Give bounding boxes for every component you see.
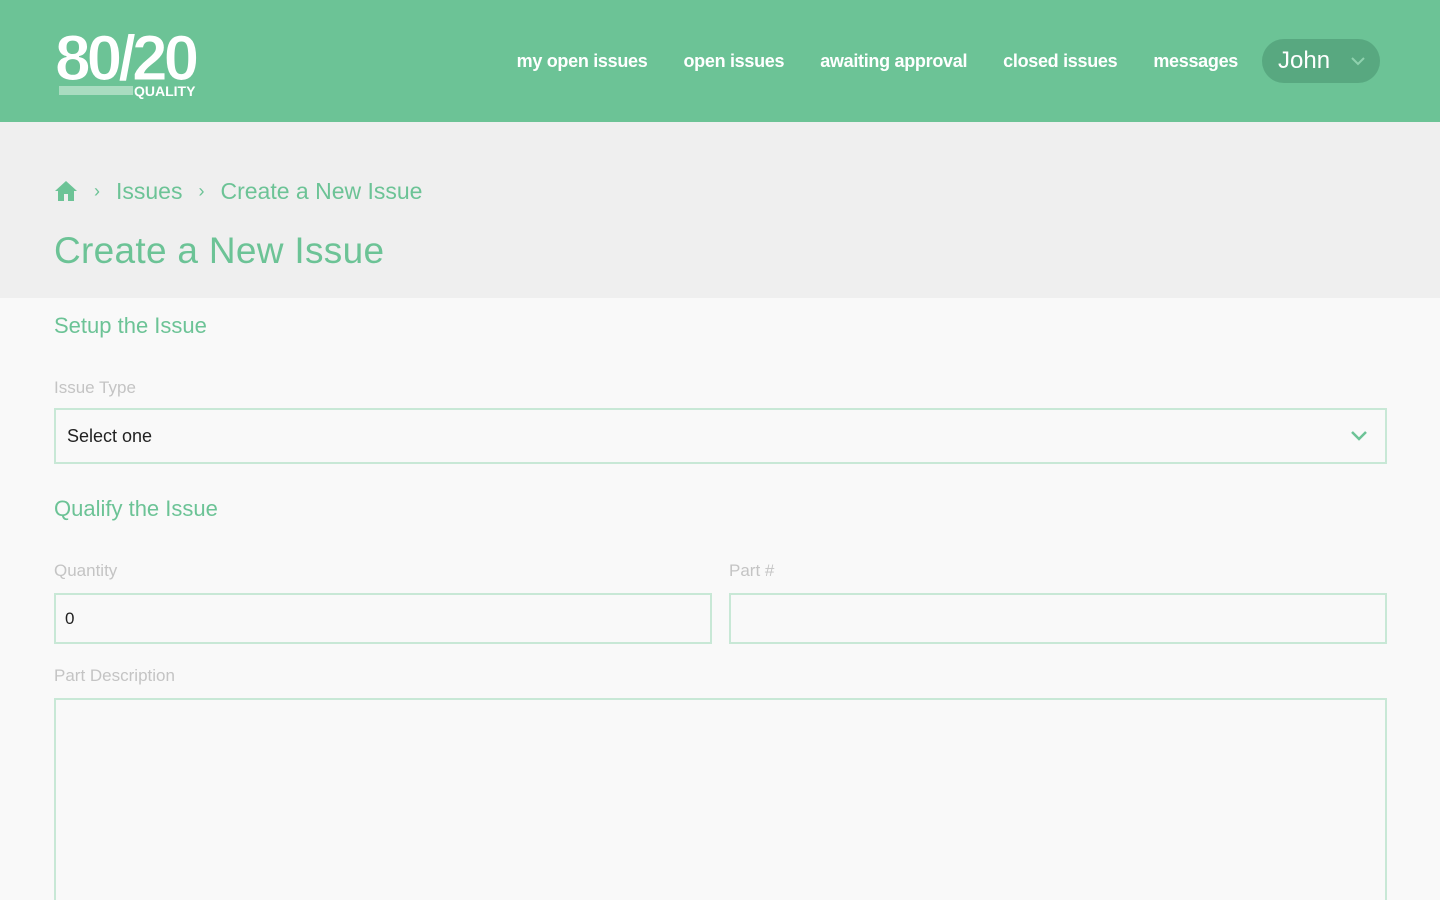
chevron-down-icon <box>1351 57 1365 66</box>
section-title-qualify: Qualify the Issue <box>54 496 218 521</box>
issue-type-select[interactable]: Select one <box>54 408 1387 464</box>
nav-open-issues[interactable]: open issues <box>683 51 784 72</box>
issue-type-value: Select one <box>67 425 153 446</box>
logo-mark: 80/20 QUALITY <box>55 22 202 100</box>
nav-my-open-issues[interactable]: my open issues <box>517 51 648 72</box>
chevron-down-icon <box>1351 431 1367 441</box>
nav-awaiting-approval[interactable]: awaiting approval <box>820 51 967 72</box>
breadcrumb-home[interactable] <box>54 180 78 202</box>
nav-messages[interactable]: messages <box>1153 51 1238 72</box>
breadcrumb: › Issues › Create a New Issue <box>54 177 422 205</box>
quantity-label: Quantity <box>54 561 118 580</box>
breadcrumb-separator: › <box>198 180 205 201</box>
main-nav: my open issues open issues awaiting appr… <box>481 0 1380 122</box>
breadcrumb-separator: › <box>94 180 100 201</box>
breadcrumb-issues[interactable]: Issues <box>116 178 182 205</box>
part-number-label: Part # <box>729 561 775 580</box>
quantity-field[interactable]: 0 <box>54 593 712 644</box>
section-title-setup: Setup the Issue <box>54 313 207 338</box>
logo[interactable]: 80/20 QUALITY <box>55 20 215 100</box>
page-title: Create a New Issue <box>54 230 385 271</box>
page-header: › Issues › Create a New Issue Create a N… <box>0 122 1440 298</box>
logo-stripe <box>59 86 133 95</box>
part-number-field[interactable] <box>729 593 1387 644</box>
part-description-label: Part Description <box>54 666 175 685</box>
user-menu-button[interactable]: John <box>1262 39 1380 83</box>
user-name: John <box>1278 47 1331 74</box>
logo-subtext: QUALITY <box>134 83 196 99</box>
part-description-field[interactable] <box>54 698 1387 900</box>
home-icon <box>55 181 77 201</box>
top-header: 80/20 QUALITY my open issues open issues… <box>0 0 1440 122</box>
nav-closed-issues[interactable]: closed issues <box>1003 51 1117 72</box>
issue-type-label: Issue Type <box>54 378 136 397</box>
breadcrumb-create-issue[interactable]: Create a New Issue <box>220 178 422 205</box>
